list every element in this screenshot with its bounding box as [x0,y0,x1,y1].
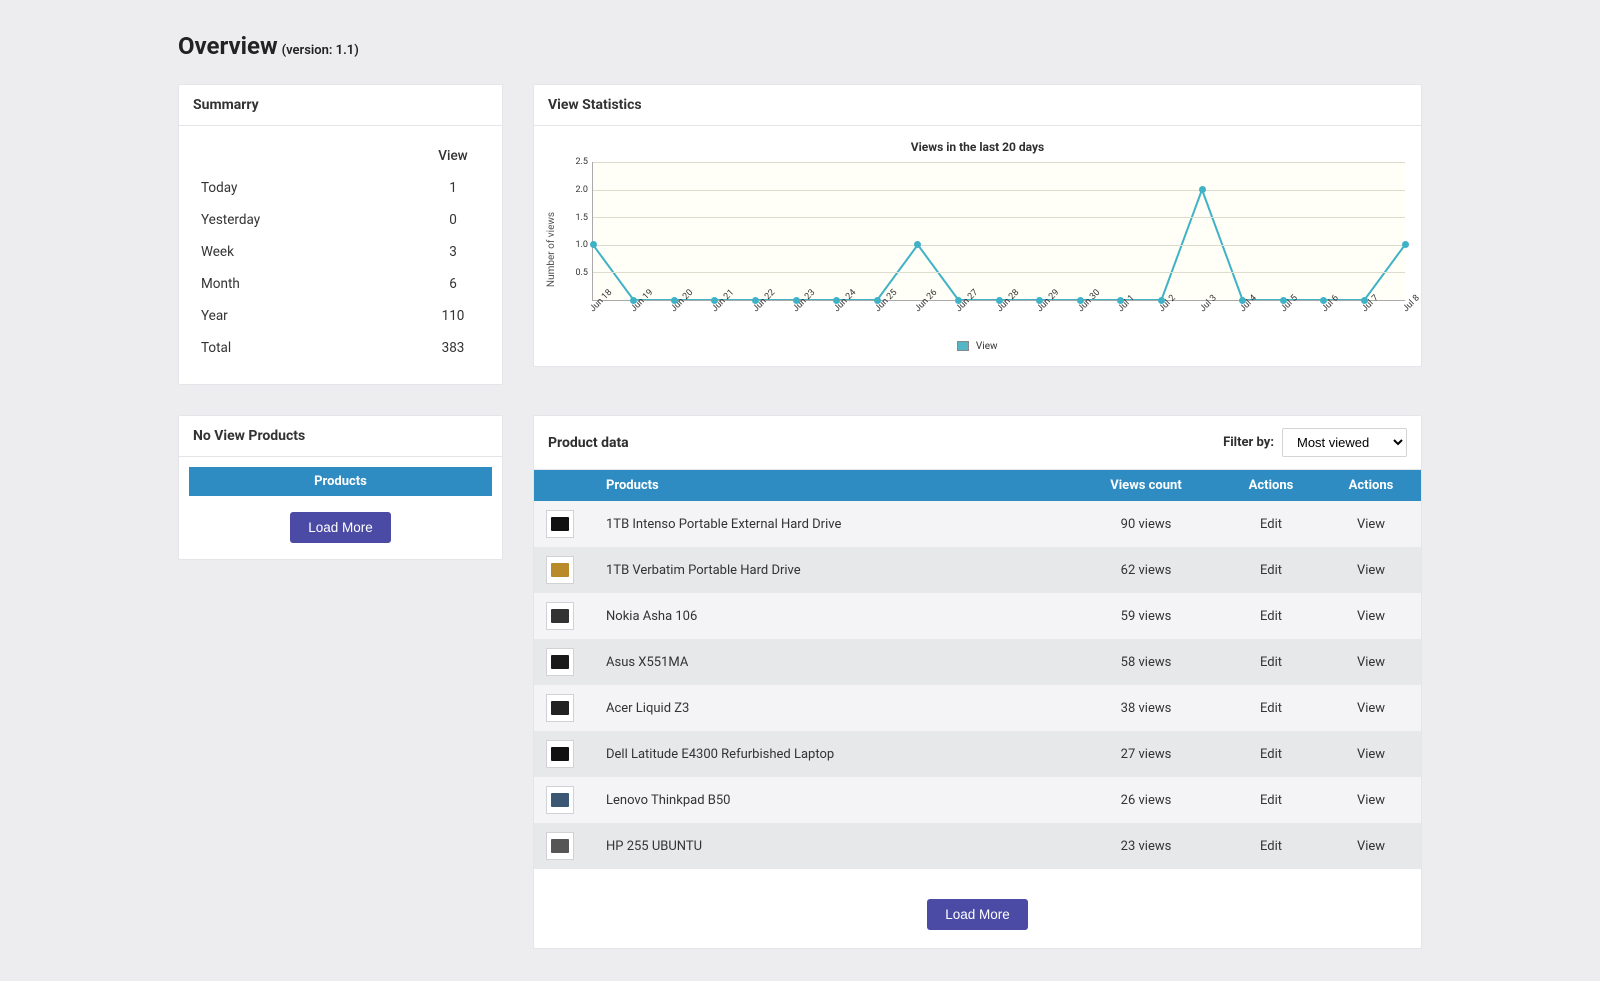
product-view-link[interactable]: View [1357,701,1385,716]
chart-point [1199,186,1206,193]
noview-title: No View Products [179,416,502,457]
summary-row-label: Week [193,236,418,268]
product-thumb [546,832,574,860]
product-name-link[interactable]: Acer Liquid Z3 [606,701,689,716]
chart-point [590,241,597,248]
product-data-load-more-button[interactable]: Load More [927,899,1028,930]
summary-title: Summarry [179,85,502,126]
noview-col-products: Products [189,467,492,496]
product-edit-link[interactable]: Edit [1260,517,1282,532]
product-thumb [546,740,574,768]
summary-row-value: 1 [418,172,488,204]
summary-row-value: 3 [418,236,488,268]
summary-row-label: Yesterday [193,204,418,236]
summary-row-value: 110 [418,300,488,332]
chart: Number of views 0.51.01.52.02.5 Jun 18Ju… [542,162,1413,337]
pd-col-actions2: Actions [1321,470,1421,501]
summary-row-label: Month [193,268,418,300]
product-thumb [546,694,574,722]
summary-row-label: Total [193,332,418,364]
product-row: Lenovo Thinkpad B50 26 views Edit View [534,777,1421,823]
product-data-title: Product data [548,435,629,451]
product-thumb [546,648,574,676]
product-row: HP 255 UBUNTU 23 views Edit View [534,823,1421,869]
summary-row-value: 383 [418,332,488,364]
product-views: 38 views [1071,685,1221,731]
product-data-card: Product data Filter by: Most viewed Prod… [533,415,1422,949]
pd-col-actions1: Actions [1221,470,1321,501]
pd-col-views: Views count [1071,470,1221,501]
noview-load-more-button[interactable]: Load More [290,512,391,543]
legend-label: View [976,341,998,352]
summary-table: View Today1Yesterday0Week3Month6Year110T… [193,140,488,364]
view-stats-title: View Statistics [534,85,1421,126]
product-views: 62 views [1071,547,1221,593]
chart-ylabel: Number of views [547,212,558,287]
product-views: 26 views [1071,777,1221,823]
product-views: 90 views [1071,501,1221,547]
product-views: 59 views [1071,593,1221,639]
summary-row-value: 0 [418,204,488,236]
product-data-table: Products Views count Actions Actions 1TB… [534,470,1421,869]
summary-row-label: Year [193,300,418,332]
product-edit-link[interactable]: Edit [1260,701,1282,716]
product-views: 27 views [1071,731,1221,777]
summary-row-label: Today [193,172,418,204]
product-name-link[interactable]: Dell Latitude E4300 Refurbished Laptop [606,747,834,762]
page-version: (version: 1.1) [282,43,359,58]
page-title: Overview [178,32,278,60]
chart-title: Views in the last 20 days [542,140,1413,154]
product-thumb [546,602,574,630]
noview-card: No View Products Products Load More [178,415,503,560]
product-view-link[interactable]: View [1357,609,1385,624]
chart-legend: View [542,341,1413,352]
summary-card: Summarry View Today1Yesterday0Week3Month… [178,84,503,385]
product-row: Acer Liquid Z3 38 views Edit View [534,685,1421,731]
summary-row: Week3 [193,236,488,268]
product-row: Dell Latitude E4300 Refurbished Laptop 27… [534,731,1421,777]
product-name-link[interactable]: HP 255 UBUNTU [606,839,702,854]
product-name-link[interactable]: Asus X551MA [606,655,688,670]
product-edit-link[interactable]: Edit [1260,793,1282,808]
filter-select[interactable]: Most viewed [1282,428,1407,457]
product-row: 1TB Intenso Portable External Hard Drive… [534,501,1421,547]
product-row: Asus X551MA 58 views Edit View [534,639,1421,685]
product-edit-link[interactable]: Edit [1260,839,1282,854]
summary-row: Month6 [193,268,488,300]
summary-row: Yesterday0 [193,204,488,236]
summary-row: Total383 [193,332,488,364]
product-row: 1TB Verbatim Portable Hard Drive 62 views… [534,547,1421,593]
product-row: Nokia Asha 106 59 views Edit View [534,593,1421,639]
product-view-link[interactable]: View [1357,655,1385,670]
product-edit-link[interactable]: Edit [1260,609,1282,624]
product-view-link[interactable]: View [1357,563,1385,578]
legend-swatch-icon [957,341,969,351]
summary-row: Year110 [193,300,488,332]
filter-label: Filter by: [1223,435,1274,450]
product-thumb [546,786,574,814]
product-view-link[interactable]: View [1357,747,1385,762]
product-name-link[interactable]: Nokia Asha 106 [606,609,697,624]
product-views: 23 views [1071,823,1221,869]
product-name-link[interactable]: 1TB Verbatim Portable Hard Drive [606,563,801,578]
product-view-link[interactable]: View [1357,839,1385,854]
product-thumb [546,556,574,584]
product-edit-link[interactable]: Edit [1260,655,1282,670]
product-edit-link[interactable]: Edit [1260,563,1282,578]
summary-row: Today1 [193,172,488,204]
summary-col-view: View [418,140,488,172]
product-name-link[interactable]: Lenovo Thinkpad B50 [606,793,730,808]
product-view-link[interactable]: View [1357,793,1385,808]
product-view-link[interactable]: View [1357,517,1385,532]
chart-point [1402,241,1409,248]
product-thumb [546,510,574,538]
product-edit-link[interactable]: Edit [1260,747,1282,762]
page-header: Overview (version: 1.1) [178,32,1422,60]
pd-col-products: Products [594,470,1071,501]
product-views: 58 views [1071,639,1221,685]
summary-row-value: 6 [418,268,488,300]
product-name-link[interactable]: 1TB Intenso Portable External Hard Drive [606,517,841,532]
view-stats-card: View Statistics Views in the last 20 day… [533,84,1422,367]
